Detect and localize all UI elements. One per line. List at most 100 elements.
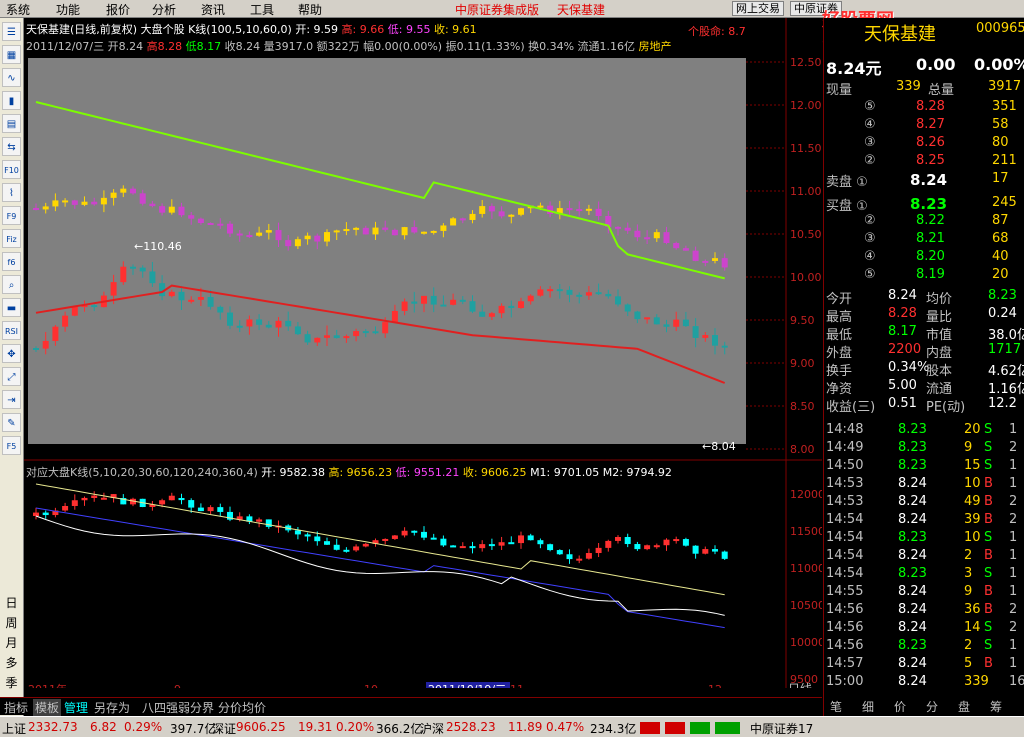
ticks-row[interactable]: 14:56 8.24 36 B 2	[824, 601, 1024, 619]
menu-analysis[interactable]: 分析	[152, 1, 176, 18]
bids-row[interactable]: ③ 8.21 68	[824, 230, 1024, 248]
period-3[interactable]: 多	[2, 654, 21, 671]
period-2[interactable]: 月	[2, 634, 21, 651]
exit-icon[interactable]: ⇥	[2, 390, 21, 409]
candle-body	[207, 223, 214, 226]
tab-template[interactable]: 模板	[33, 699, 62, 716]
stats-row[interactable]: 最高 8.28 量比 0.24	[824, 305, 1024, 325]
menu-help[interactable]: 帮助	[298, 1, 322, 18]
tab-save-as[interactable]: 另存为	[92, 699, 132, 716]
f10-icon[interactable]: F10	[2, 160, 21, 179]
quote-tab-5[interactable]: 筹	[990, 698, 1002, 715]
tick-price: 8.24	[898, 656, 927, 671]
candle-body	[411, 301, 418, 304]
asks-row[interactable]: ③ 8.26 80	[824, 134, 1024, 152]
asks-row[interactable]: ② 8.25 211	[824, 152, 1024, 170]
quote-tab-1[interactable]: 细	[862, 698, 874, 715]
ticks-row[interactable]: 14:49 8.23 9 S 2	[824, 439, 1024, 457]
ticks-row[interactable]: 14:56 8.23 2 S 1	[824, 637, 1024, 655]
menu-tools[interactable]: 工具	[250, 1, 274, 18]
stats-row[interactable]: 换手 0.34% 股本 4.62亿	[824, 359, 1024, 379]
index-candle-body	[605, 540, 612, 548]
candle-body	[653, 317, 660, 325]
chart-area[interactable]: 12.50 12.00 11.50 11.00 10.50 10.00 9.50 9.00 8.…	[24, 18, 822, 688]
stats-row[interactable]: 最低 8.17 市值 38.0亿	[824, 323, 1024, 343]
ask-price: 8.24	[910, 171, 948, 189]
index-m2-label: M2: 9794.92	[602, 466, 672, 479]
ticks-row[interactable]: 14:48 8.23 20 S 1	[824, 421, 1024, 439]
ticks-row[interactable]: 15:00 8.24 339 16	[824, 673, 1024, 691]
trend-icon[interactable]: ⌇	[2, 183, 21, 202]
candle-icon[interactable]: ▮	[2, 91, 21, 110]
kline-chart[interactable]: 12.50 12.00 11.50 11.00 10.50 10.00 9.50 9.00 8.…	[24, 18, 822, 688]
online-trade-button[interactable]: 网上交易	[732, 1, 784, 16]
zoom-icon[interactable]: ⤢	[2, 367, 21, 386]
period-0[interactable]: 日	[2, 594, 21, 611]
ticks-row[interactable]: 14:53 8.24 49 B 2	[824, 493, 1024, 511]
f5-icon[interactable]: F5	[2, 436, 21, 455]
quote-tab-3[interactable]: 分	[926, 698, 938, 715]
line-icon[interactable]: ∿	[2, 68, 21, 87]
tab-indicator[interactable]: 指标	[2, 699, 30, 716]
f6-icon[interactable]: f6	[2, 252, 21, 271]
menu-quote[interactable]: 报价	[106, 1, 130, 18]
ticks-row[interactable]: 14:57 8.24 5 B 1	[824, 655, 1024, 673]
stats-row[interactable]: 今开 8.24 均价 8.23	[824, 287, 1024, 307]
bids-row[interactable]: ④ 8.20 40	[824, 248, 1024, 266]
candle-body	[353, 227, 360, 230]
index-candle-body	[256, 519, 263, 522]
asks-row[interactable]: ⑤ 8.28 351	[824, 98, 1024, 116]
f9-icon[interactable]: F9	[2, 206, 21, 225]
ticks-row[interactable]: 14:54 8.23 10 S 1	[824, 529, 1024, 547]
tab-strength[interactable]: 八四强弱分界	[140, 699, 216, 716]
asks-row[interactable]: 卖盘 ① 8.24 17	[824, 170, 1024, 190]
index-candle-body	[712, 549, 718, 552]
stats-row[interactable]: 净资 5.00 流通 1.16亿	[824, 377, 1024, 397]
quote-tab-4[interactable]: 盘	[958, 698, 970, 715]
pen-icon[interactable]: ✎	[2, 413, 21, 432]
quote-tab-2[interactable]: 价	[894, 698, 906, 715]
table-icon[interactable]: ▤	[2, 114, 21, 133]
grid-icon[interactable]: ▦	[2, 45, 21, 64]
list-icon[interactable]: ☰	[2, 22, 21, 41]
period-4[interactable]: 季	[2, 674, 21, 691]
fiz-icon[interactable]: Fiz	[2, 229, 21, 248]
bids-row[interactable]: ⑤ 8.19 20	[824, 266, 1024, 284]
sh-pct: 0.29%	[124, 720, 163, 734]
ticks-row[interactable]: 14:54 8.23 3 S 1	[824, 565, 1024, 583]
tick-time: 14:55	[826, 584, 864, 599]
search-icon[interactable]: ⌕	[2, 275, 21, 294]
tick-time: 14:50	[826, 458, 864, 473]
vol-icon[interactable]: ▬	[2, 298, 21, 317]
tick-volume: 9	[964, 584, 973, 599]
menu-news[interactable]: 资讯	[201, 1, 225, 18]
ticks-row[interactable]: 14:54 8.24 2 B 1	[824, 547, 1024, 565]
left-toolbar: ☰ ▦ ∿ ▮ ▤ ⇆ F10 ⌇ F9 Fiz f6 ⌕ ▬ RSI ✥ ⤢ ⇥ ✎ F5 日周月多季	[0, 18, 24, 718]
flow-icon[interactable]: ⇆	[2, 137, 21, 156]
rsi-icon[interactable]: RSI	[2, 321, 21, 340]
ticks-row[interactable]: 14:50 8.23 15 S 1	[824, 457, 1024, 475]
candle-body	[265, 230, 272, 233]
ticks-row[interactable]: 14:55 8.24 9 B 1	[824, 583, 1024, 601]
candle-body	[62, 200, 69, 203]
ticks-row[interactable]: 14:56 8.24 14 S 2	[824, 619, 1024, 637]
bids-row[interactable]: ② 8.22 87	[824, 212, 1024, 230]
candle-body	[469, 213, 476, 220]
quote-tab-0[interactable]: 笔	[830, 698, 842, 715]
period-1[interactable]: 周	[2, 614, 21, 631]
menu-function[interactable]: 功能	[56, 1, 80, 18]
ticks-row[interactable]: 14:53 8.24 10 B 1	[824, 475, 1024, 493]
stat-key: 收益(三)	[826, 400, 876, 415]
bids-row[interactable]: 买盘 ① 8.23 245	[824, 194, 1024, 214]
stats-row[interactable]: 收益(三) 0.51 PE(动) 12.2	[824, 395, 1024, 415]
tab-price-avg[interactable]: 分价均价	[216, 699, 268, 716]
menu-system[interactable]: 系统	[6, 1, 30, 18]
tab-manage[interactable]: 管理	[62, 699, 90, 716]
move-icon[interactable]: ✥	[2, 344, 21, 363]
x-axis-label: 9	[174, 683, 181, 688]
asks-row[interactable]: ④ 8.27 58	[824, 116, 1024, 134]
stats-row[interactable]: 外盘 2200 内盘 1717	[824, 341, 1024, 361]
ticks-row[interactable]: 14:54 8.24 39 B 2	[824, 511, 1024, 529]
index-candle-body	[644, 545, 651, 550]
index-candle-body	[498, 542, 505, 546]
